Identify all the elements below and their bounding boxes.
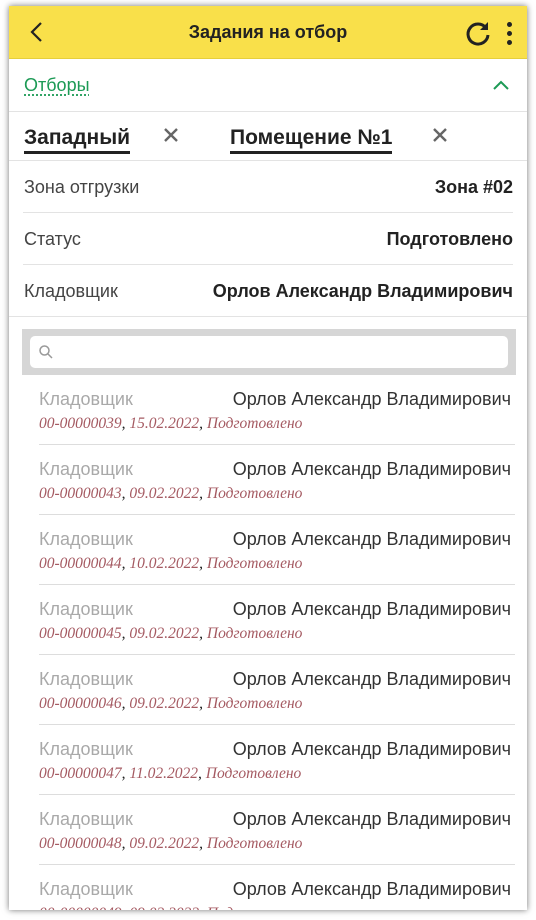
task-storekeeper-name: Орлов Александр Владимирович <box>232 879 511 899</box>
task-date: 10.02.2022 <box>129 555 200 572</box>
task-list: Кладовщик Орлов Александр Владимирович 00-… <box>39 375 515 910</box>
filter-tag-label: Западный <box>24 126 131 154</box>
app-window: Задания на отбор Отборы Западный Помещен… <box>9 6 527 910</box>
filter-row-storekeeper[interactable]: Кладовщик Орлов Александр Владимирович <box>23 265 513 316</box>
task-meta: 00-00000043, 09.02.2022, Подготовлено <box>39 485 303 502</box>
task-role-label: Кладовщик <box>39 459 133 479</box>
task-list-item[interactable]: Кладовщик Орлов Александр Владимирович 00-… <box>39 585 515 655</box>
task-list-item[interactable]: Кладовщик Орлов Александр Владимирович 00-… <box>39 515 515 585</box>
task-number: 00-00000039 <box>39 415 122 432</box>
task-number: 00-00000045 <box>39 625 122 642</box>
filter-field-label: Статус <box>24 229 81 249</box>
filter-tags: Западный Помещение №1 <box>9 112 527 161</box>
filters-toggle-link[interactable]: Отборы <box>24 75 90 96</box>
task-meta: 00-00000046, 09.02.2022, Подготовлено <box>39 695 303 712</box>
task-storekeeper-name: Орлов Александр Владимирович <box>232 529 511 549</box>
filter-tag-warehouse[interactable]: Западный <box>24 126 131 154</box>
task-number: 00-00000043 <box>39 485 122 502</box>
task-date: 09.02.2022 <box>129 695 200 712</box>
task-number: 00-00000047 <box>39 765 122 782</box>
filter-field-value: Подготовлено <box>386 229 513 249</box>
filters-section-header: Отборы <box>9 59 527 112</box>
chevron-up-icon <box>493 80 509 90</box>
task-role-label: Кладовщик <box>39 529 133 549</box>
task-list-item[interactable]: Кладовщик Орлов Александр Владимирович 00-… <box>39 795 515 865</box>
filter-field-label: Зона отгрузки <box>24 177 140 197</box>
task-meta: 00-00000045, 09.02.2022, Подготовлено <box>39 625 303 642</box>
task-role-label: Кладовщик <box>39 389 133 409</box>
remove-filter-warehouse-button[interactable] <box>162 126 182 146</box>
task-storekeeper-name: Орлов Александр Владимирович <box>232 669 511 689</box>
filter-field-value: Зона #02 <box>434 177 513 197</box>
task-status: Подготовлено <box>206 415 303 432</box>
task-list-item[interactable]: Кладовщик Орлов Александр Владимирович 00-… <box>39 445 515 515</box>
search-box[interactable] <box>30 336 508 370</box>
refresh-icon <box>466 22 490 46</box>
close-icon <box>164 128 178 142</box>
remove-filter-premises-button[interactable] <box>431 126 451 146</box>
search-input[interactable] <box>60 336 502 370</box>
filter-tag-label: Помещение №1 <box>230 126 393 154</box>
filter-field-label: Кладовщик <box>24 281 118 301</box>
task-number: 00-00000049 <box>39 905 122 910</box>
task-list-item[interactable]: Кладовщик Орлов Александр Владимирович 00-… <box>39 865 515 910</box>
task-date: 09.02.2022 <box>129 625 200 642</box>
task-date: 09.02.2022 <box>129 905 199 910</box>
task-role-label: Кладовщик <box>39 669 133 689</box>
task-meta: 00-00000039, 15.02.2022, Подготовлено <box>39 415 303 432</box>
task-role-label: Кладовщик <box>39 879 133 899</box>
page-title: Задания на отбор <box>188 22 348 42</box>
task-date: 09.02.2022 <box>129 485 200 502</box>
task-status: Подготовлено <box>206 485 303 502</box>
task-storekeeper-name: Орлов Александр Владимирович <box>232 459 511 479</box>
task-storekeeper-name: Орлов Александр Владимирович <box>232 739 511 759</box>
task-number: 00-00000046 <box>39 695 122 712</box>
task-status: Подготовлено <box>206 695 303 712</box>
back-button[interactable] <box>23 18 51 46</box>
task-role-label: Кладовщик <box>39 739 133 759</box>
task-list-item[interactable]: Кладовщик Орлов Александр Владимирович 00-… <box>39 375 515 445</box>
chevron-left-icon <box>30 22 42 42</box>
task-number: 00-00000048 <box>39 835 122 852</box>
task-meta: 00-00000049, 09.02.2022, Подготовлено <box>39 905 302 910</box>
task-status: Подготовлено <box>206 555 303 572</box>
close-icon <box>433 128 447 142</box>
filter-row-status[interactable]: Статус Подготовлено <box>23 213 513 265</box>
task-storekeeper-name: Орлов Александр Владимирович <box>232 389 511 409</box>
kebab-menu-icon <box>506 21 512 27</box>
more-menu-button[interactable] <box>501 18 517 48</box>
task-role-label: Кладовщик <box>39 809 133 829</box>
task-role-label: Кладовщик <box>39 599 133 619</box>
task-meta: 00-00000044, 10.02.2022, Подготовлено <box>39 555 303 572</box>
top-bar: Задания на отбор <box>9 6 527 59</box>
search-bar <box>22 329 516 375</box>
task-storekeeper-name: Орлов Александр Владимирович <box>232 809 511 829</box>
task-number: 00-00000044 <box>39 555 122 572</box>
filter-field-value: Орлов Александр Владимирович <box>212 281 513 301</box>
task-date: 15.02.2022 <box>129 415 200 432</box>
filter-row-shipping-zone[interactable]: Зона отгрузки Зона #02 <box>23 161 513 213</box>
task-status: Подготовлено <box>207 905 303 910</box>
refresh-button[interactable] <box>463 18 493 48</box>
filter-tag-premises[interactable]: Помещение №1 <box>230 126 393 154</box>
task-storekeeper-name: Орлов Александр Владимирович <box>232 599 511 619</box>
task-status: Подготовлено <box>206 625 303 642</box>
task-date: 09.02.2022 <box>129 835 200 852</box>
task-date: 11.02.2022 <box>129 765 199 782</box>
task-meta: 00-00000048, 09.02.2022, Подготовлено <box>39 835 303 852</box>
divider <box>9 316 527 317</box>
search-icon <box>39 345 53 359</box>
task-status: Подготовлено <box>205 765 302 782</box>
task-list-item[interactable]: Кладовщик Орлов Александр Владимирович 00-… <box>39 655 515 725</box>
task-list-item[interactable]: Кладовщик Орлов Александр Владимирович 00-… <box>39 725 515 795</box>
task-status: Подготовлено <box>206 835 303 852</box>
collapse-filters-button[interactable] <box>489 73 513 97</box>
task-meta: 00-00000047, 11.02.2022, Подготовлено <box>39 765 302 782</box>
